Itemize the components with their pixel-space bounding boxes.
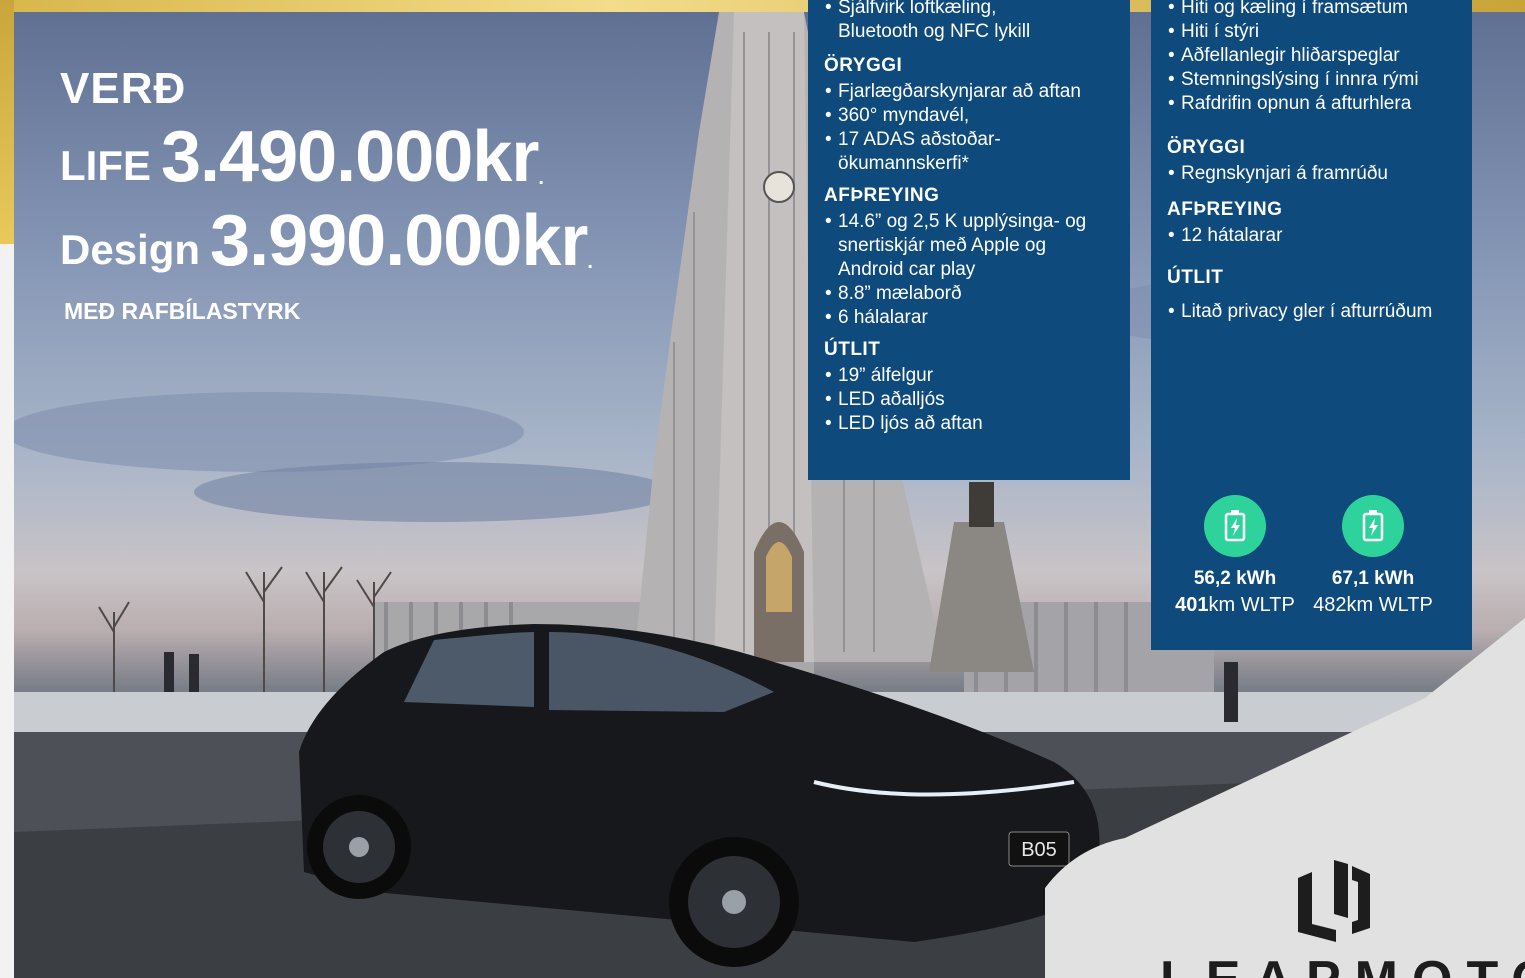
feature-item: 360° myndavél, [824,104,1114,128]
ad-page: B05 VERÐ LIFE 3.490.000kr . Design 3.990… [0,0,1525,978]
price-line-design: Design 3.990.000kr . [60,200,593,282]
section-heading: ÖRYGGI [1167,137,1246,158]
battery-range-unit: km WLTP [1208,594,1295,616]
gray-corner-shape [1045,618,1525,978]
feature-item: LED aðalljós [824,388,1114,412]
trim-price-design: 3.990.000kr [210,201,588,281]
feature-section-comfort: Hiti og kæling í framsætum Hiti í stýri … [1167,0,1456,116]
feature-section-safety: ÖRYGGI Regnskynjari á framrúðu [1167,136,1456,186]
trim-label-design: Design [60,226,201,273]
battery-option-large: 67,1 kWh 482km WLTP [1309,495,1437,617]
feature-item: Regnskynjari á framrúðu [1167,162,1456,186]
feature-item: 17 ADAS aðstoðar- ökumannskerfi* [824,128,1114,176]
battery-range-value: 401 [1175,594,1209,616]
price-line-life: LIFE 3.490.000kr . [60,116,593,198]
feature-section-entertainment: AFÞREYING 12 hátalarar [1167,198,1456,248]
section-heading: ÖRYGGI [824,55,903,76]
trim-price-life: 3.490.000kr [161,117,539,197]
battery-charging-icon [1342,495,1404,557]
subsidy-note: MEÐ RAFBÍLASTYRK [64,298,301,324]
feature-section-safety: ÖRYGGI Fjarlægðarskynjarar að aftan 360°… [824,54,1114,176]
feature-item: LED ljós að aftan [824,412,1114,436]
section-heading: ÚTLIT [1167,267,1224,288]
feature-item: Rafdrifin opnun á afturhlera [1167,92,1456,116]
feature-panel-design: Hiti og kæling í framsætum Hiti í stýri … [1151,0,1472,650]
battery-range-unit: 482km WLTP [1313,594,1433,616]
feature-item: Hiti í stýri [1167,20,1456,44]
section-heading: AFÞREYING [824,185,940,206]
trim-price-suffix: . [538,167,544,189]
feature-section-exterior: ÚTLIT Litað privacy gler í afturrúðum [1167,266,1456,324]
feature-item: Litað privacy gler í afturrúðum [1167,300,1456,324]
trim-price-suffix: . [587,251,593,273]
feature-item: 19” álfelgur [824,364,1114,388]
feature-section-entertainment: AFÞREYING 14.6” og 2,5 K upplýsinga- og … [824,184,1114,330]
feature-item: 8.8” mælaborð [824,282,1114,306]
battery-option-small: 56,2 kWh 401km WLTP [1171,495,1299,617]
feature-item: 12 hátalarar [1167,224,1456,248]
battery-charging-icon [1204,495,1266,557]
feature-item: Fjarlægðarskynjarar að aftan [824,80,1114,104]
section-heading: AFÞREYING [1167,199,1283,220]
battery-capacity: 56,2 kWh [1193,568,1277,589]
trim-label-life: LIFE [60,142,151,189]
battery-range: 401km WLTP [1171,593,1299,617]
feature-section-comfort: Sjálfvirk loftkæling, Bluetooth og NFC l… [824,0,1114,44]
battery-capacity: 67,1 kWh [1331,568,1415,589]
left-margin [0,244,14,978]
gold-left-stripe [0,0,14,244]
feature-item: Stemningslýsing í innra rými [1167,68,1456,92]
brand-wordmark: LEAPMOTOR [1160,950,1525,978]
feature-item: 14.6” og 2,5 K upplýsinga- og snertiskjá… [824,210,1114,282]
feature-section-exterior: ÚTLIT 19” álfelgur LED aðalljós LED ljós… [824,338,1114,436]
battery-range: 482km WLTP [1309,593,1437,617]
section-heading: ÚTLIT [824,339,881,360]
price-block: VERÐ LIFE 3.490.000kr . Design 3.990.000… [60,64,593,325]
feature-item: Hiti og kæling í framsætum [1167,0,1456,20]
leapmotor-logo-icon [1298,860,1370,942]
battery-options: 56,2 kWh 401km WLTP 67,1 kWh 482km WLTP [1171,495,1437,617]
price-heading: VERÐ [60,64,187,113]
feature-item: Sjálfvirk loftkæling, Bluetooth og NFC l… [824,0,1114,44]
feature-item: 6 hálalarar [824,306,1114,330]
feature-panel-life: Sjálfvirk loftkæling, Bluetooth og NFC l… [808,0,1130,480]
feature-item: Aðfellanlegir hliðarspeglar [1167,44,1456,68]
